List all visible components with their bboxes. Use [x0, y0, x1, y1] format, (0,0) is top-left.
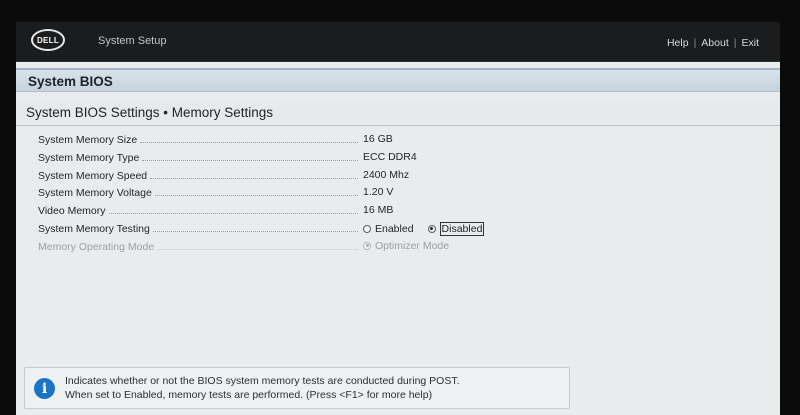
setting-label-text: Memory Operating Mode	[38, 240, 155, 253]
info-icon: i	[34, 378, 55, 399]
setting-row-memory-operating-mode: Memory Operating Mode Optimizer Mode	[16, 237, 780, 255]
setting-label-text: System Memory Speed	[38, 169, 148, 182]
setting-row-memory-size: System Memory Size 16 GB	[16, 130, 780, 148]
setting-label: Video Memory	[38, 203, 358, 217]
radio-label: Disabled	[439, 221, 485, 236]
setting-label: Memory Operating Mode	[38, 239, 358, 253]
radio-label: Optimizer Mode	[375, 239, 450, 252]
bios-screen: DELL System Setup Help | About | Exit Sy…	[16, 22, 780, 415]
section-header: System BIOS Settings • Memory Settings	[16, 100, 780, 126]
exit-link[interactable]: Exit	[741, 37, 759, 49]
radio-circle-icon	[363, 224, 371, 233]
setting-row-memory-testing: System Memory Testing Enabled Disabled	[16, 219, 780, 237]
setting-label-text: System Memory Testing	[38, 222, 150, 235]
dell-logo: DELL	[31, 29, 65, 51]
app-title: System Setup	[98, 35, 167, 47]
settings-list: System Memory Size 16 GB System Memory T…	[16, 130, 780, 255]
help-text: Indicates whether or not the BIOS system…	[65, 374, 565, 402]
setting-label: System Memory Type	[38, 150, 358, 164]
dot-leader	[140, 142, 358, 143]
setting-label: System Memory Size	[38, 132, 358, 146]
dot-leader	[154, 195, 358, 197]
dot-leader	[142, 159, 358, 161]
memory-testing-disabled-radio[interactable]: Disabled	[427, 221, 485, 236]
top-bar: DELL System Setup Help | About | Exit	[16, 22, 780, 62]
setting-label-text: System Memory Type	[38, 151, 140, 164]
link-separator: |	[733, 37, 737, 49]
setting-row-memory-speed: System Memory Speed 2400 Mhz	[16, 166, 780, 184]
system-bios-header: System BIOS	[16, 68, 780, 92]
dot-leader	[152, 230, 358, 232]
setting-label: System Memory Speed	[38, 168, 358, 182]
operating-mode-radio-group: Optimizer Mode	[363, 240, 449, 252]
setting-row-memory-type: System Memory Type ECC DDR4	[16, 148, 780, 166]
setting-label-text: System Memory Voltage	[38, 187, 152, 200]
setting-value: 16 MB	[363, 204, 394, 217]
setting-label-text: Video Memory	[38, 205, 106, 218]
dot-leader	[150, 177, 358, 179]
logo-text: DELL	[36, 35, 60, 45]
about-link[interactable]: About	[701, 37, 728, 49]
radio-selected-icon	[427, 224, 436, 233]
setting-label-text: System Memory Size	[38, 134, 138, 146]
setting-value: 16 GB	[363, 133, 393, 145]
memory-testing-enabled-radio[interactable]: Enabled	[363, 223, 414, 235]
setting-value: 2400 Mhz	[363, 168, 410, 181]
help-line-1: Indicates whether or not the BIOS system…	[65, 375, 460, 387]
setting-value: ECC DDR4	[363, 150, 417, 163]
help-link[interactable]: Help	[667, 37, 689, 49]
setting-row-video-memory: Video Memory 16 MB	[16, 201, 780, 219]
setting-label: System Memory Voltage	[38, 185, 358, 199]
memory-testing-radio-group: Enabled Disabled	[363, 221, 485, 236]
radio-label: Enabled	[375, 222, 414, 235]
system-bios-title: System BIOS	[28, 74, 113, 89]
setting-row-memory-voltage: System Memory Voltage 1.20 V	[16, 183, 780, 201]
setting-label: System Memory Testing	[38, 221, 358, 235]
dot-leader	[108, 213, 358, 215]
section-title: System BIOS Settings • Memory Settings	[26, 105, 274, 120]
optimizer-mode-radio: Optimizer Mode	[363, 240, 449, 252]
help-line-2: When set to Enabled, memory tests are pe…	[65, 389, 433, 401]
top-links: Help | About | Exit	[667, 37, 759, 49]
setting-value: 1.20 V	[363, 186, 394, 199]
help-box: i Indicates whether or not the BIOS syst…	[24, 367, 570, 409]
link-separator: |	[693, 37, 697, 49]
radio-selected-icon	[363, 241, 371, 250]
dot-leader	[157, 248, 358, 250]
